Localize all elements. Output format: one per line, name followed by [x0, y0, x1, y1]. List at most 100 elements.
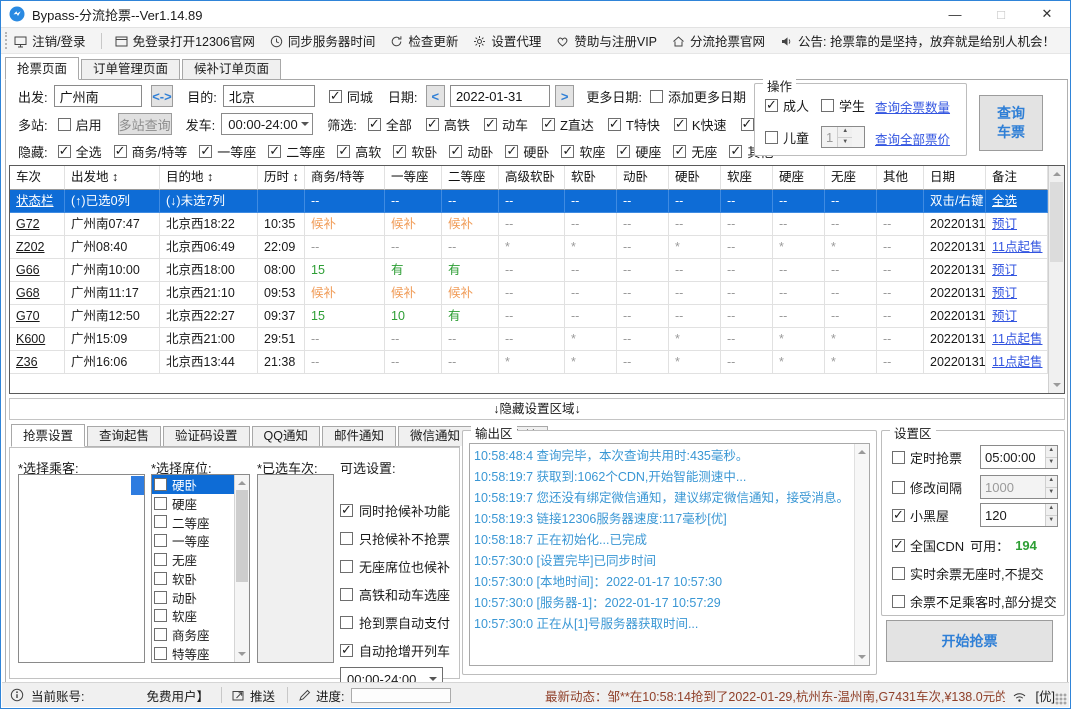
- settings-tab-3[interactable]: QQ通知: [251, 426, 320, 446]
- minimize-button[interactable]: —: [932, 1, 978, 27]
- seat-option-6[interactable]: 动卧: [152, 588, 234, 607]
- checkbox[interactable]: [561, 143, 575, 159]
- checkbox[interactable]: [505, 143, 519, 159]
- close-button[interactable]: ✕: [1024, 1, 1070, 27]
- checkbox[interactable]: [892, 480, 905, 494]
- scrollbar-thumb[interactable]: [1050, 182, 1063, 262]
- start-grab-button[interactable]: 开始抢票: [886, 620, 1053, 662]
- table-cell[interactable]: Z36: [10, 351, 65, 374]
- checkbox[interactable]: [765, 130, 778, 144]
- depart-station-input[interactable]: [53, 85, 142, 107]
- selected-train-listbox[interactable]: [257, 474, 334, 663]
- table-cell[interactable]: G72: [10, 213, 65, 236]
- toolbar-item-7[interactable]: 公告: 抢票靠的是坚持，放弃就是给别人机会！: [780, 31, 1055, 50]
- child-checkbox[interactable]: 儿童: [765, 128, 809, 147]
- blackroom-checkbox[interactable]: 小黑屋: [892, 506, 949, 525]
- checkbox[interactable]: [57, 117, 71, 131]
- nostanding-checkbox[interactable]: 实时余票无座时,不提交: [892, 564, 1044, 583]
- checkbox[interactable]: [154, 515, 167, 529]
- scroll-up-icon[interactable]: [235, 475, 249, 490]
- multi-enable-checkbox[interactable]: 启用: [57, 115, 102, 134]
- table-row[interactable]: G72 广州南07:47 北京西18:22 10:35 候补 候补 候补 -- -- -- -- --…: [10, 213, 1048, 236]
- checkbox[interactable]: [650, 89, 663, 103]
- checkbox[interactable]: [367, 116, 381, 132]
- hide-checkbox-4[interactable]: 高软: [337, 142, 381, 161]
- checkbox[interactable]: [154, 477, 167, 491]
- hide-settings-divider[interactable]: ↓隐藏设置区域↓: [9, 398, 1065, 420]
- checkbox[interactable]: [57, 143, 71, 159]
- seat-option-3[interactable]: 一等座: [152, 531, 234, 550]
- checkbox[interactable]: [483, 116, 497, 132]
- toolbar-item-3[interactable]: 检查更新: [390, 31, 458, 50]
- table-cell[interactable]: G70: [10, 305, 65, 328]
- table-cell[interactable]: 11点起售: [986, 351, 1048, 374]
- hide-checkbox-9[interactable]: 硬座: [617, 142, 661, 161]
- add-dates-checkbox[interactable]: 添加更多日期: [650, 87, 746, 106]
- scroll-down-icon[interactable]: [1049, 378, 1064, 393]
- table-cell[interactable]: Z202: [10, 236, 65, 259]
- timed-grab-checkbox[interactable]: 定时抢票: [892, 448, 962, 467]
- checkbox[interactable]: [113, 143, 127, 159]
- checkbox[interactable]: [337, 143, 351, 159]
- checkbox[interactable]: [154, 496, 167, 510]
- stepper-arrows-icon[interactable]: ▲ ▼: [1044, 476, 1057, 498]
- toolbar-item-2[interactable]: 同步服务器时间: [270, 31, 375, 50]
- push-icon[interactable]: [232, 688, 245, 702]
- passenger-listbox[interactable]: [18, 474, 145, 663]
- seat-option-1[interactable]: 硬座: [152, 494, 234, 513]
- checkbox[interactable]: [449, 143, 463, 159]
- timed-grab-time-stepper[interactable]: 05:00:00 ▲ ▼: [980, 445, 1058, 469]
- checkbox[interactable]: [340, 588, 353, 601]
- main-tab-0[interactable]: 抢票页面: [5, 57, 80, 80]
- checkbox[interactable]: [541, 116, 555, 132]
- same-city-checkbox[interactable]: 同城: [328, 87, 373, 106]
- seat-option-2[interactable]: 二等座: [152, 513, 234, 532]
- checkbox[interactable]: [673, 116, 687, 132]
- seat-scrollbar[interactable]: [234, 475, 249, 662]
- checkbox[interactable]: [154, 553, 167, 567]
- checkbox[interactable]: [154, 628, 167, 642]
- scroll-down-icon[interactable]: [855, 650, 869, 665]
- hide-checkbox-0[interactable]: 全选: [57, 142, 102, 161]
- toolbar-item-4[interactable]: 设置代理: [473, 31, 541, 50]
- table-cell[interactable]: 全选: [986, 190, 1048, 213]
- checkbox[interactable]: [154, 534, 167, 548]
- filter-checkbox-1[interactable]: 高铁: [425, 115, 470, 134]
- table-cell[interactable]: 状态栏: [10, 190, 65, 213]
- hide-checkbox-1[interactable]: 商务/特等: [113, 142, 187, 161]
- grab-option-2[interactable]: 无座席位也候补: [340, 557, 450, 576]
- checkbox[interactable]: [340, 532, 353, 545]
- settings-tab-0[interactable]: 抢票设置: [11, 424, 86, 447]
- checkbox[interactable]: [340, 616, 353, 629]
- log-scrollbar[interactable]: [854, 444, 869, 665]
- filter-checkbox-2[interactable]: 动车: [483, 115, 528, 134]
- filter-checkbox-0[interactable]: 全部: [367, 115, 412, 134]
- settings-tab-1[interactable]: 查询起售: [87, 426, 162, 446]
- hide-checkbox-6[interactable]: 动卧: [449, 142, 493, 161]
- cdn-checkbox[interactable]: 全国CDN: [892, 536, 964, 555]
- dest-station-input[interactable]: [222, 85, 315, 107]
- checkbox[interactable]: [607, 116, 621, 132]
- interval-stepper[interactable]: 1000 ▲ ▼: [980, 475, 1058, 499]
- blackroom-stepper[interactable]: 120 ▲ ▼: [980, 503, 1058, 527]
- scroll-up-icon[interactable]: [1049, 166, 1064, 181]
- grab-option-4[interactable]: 抢到票自动支付: [340, 613, 450, 632]
- hide-checkbox-7[interactable]: 硬卧: [505, 142, 549, 161]
- checkbox[interactable]: [199, 143, 213, 159]
- toolbar-grip-handle[interactable]: [5, 32, 9, 49]
- table-row[interactable]: G70 广州南12:50 北京西22:27 09:37 15 10 有 -- -- -- -- -- -…: [10, 305, 1048, 328]
- checkbox[interactable]: [328, 88, 342, 104]
- checkbox[interactable]: [154, 609, 167, 623]
- table-cell[interactable]: 预订: [986, 259, 1048, 282]
- seat-listbox[interactable]: 硬卧 硬座 二等座 一等座 无座 软卧 动卧 软座 商务座 特等座: [151, 474, 250, 663]
- checkbox[interactable]: [892, 450, 905, 464]
- seat-option-7[interactable]: 软座: [152, 607, 234, 626]
- grab-option-1[interactable]: 只抢候补不抢票: [340, 529, 450, 548]
- stepper-arrows-icon[interactable]: ▲ ▼: [837, 127, 853, 147]
- checkbox[interactable]: [340, 502, 353, 518]
- scroll-down-icon[interactable]: [235, 647, 249, 662]
- toolbar-item-0[interactable]: 注销/登录: [14, 31, 86, 50]
- table-row[interactable]: 状态栏 (↑)已选0列 (↓)未选7列 -- -- -- -- -- -- -- -- -- -- 双击/…: [10, 190, 1048, 213]
- table-row[interactable]: Z202 广州08:40 北京西06:49 22:09 -- -- -- * * -- * -- * * -…: [10, 236, 1048, 259]
- adult-checkbox[interactable]: 成人: [765, 96, 809, 115]
